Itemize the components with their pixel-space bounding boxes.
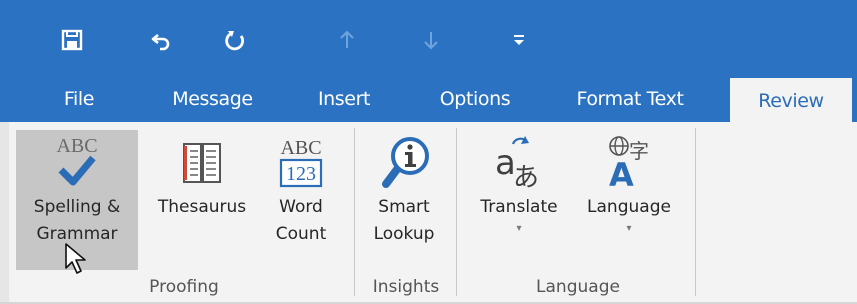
thesaurus-button[interactable]: Thesaurus	[143, 130, 261, 270]
language-label: Language	[587, 197, 671, 217]
language-icon: 字 A	[597, 130, 661, 194]
language-group-label: Language	[536, 277, 620, 297]
group-separator	[456, 128, 457, 296]
thesaurus-book-icon	[170, 130, 234, 194]
down-arrow-icon[interactable]	[411, 20, 451, 60]
ribbon-tabs: File Message Insert Options Format Text …	[0, 76, 857, 124]
language-button[interactable]: 字 A Language ▾	[574, 130, 684, 270]
svg-text:ABC: ABC	[280, 137, 321, 159]
tab-format-text[interactable]: Format Text	[560, 76, 700, 122]
smart-lookup-icon	[372, 130, 436, 194]
customize-toolbar-icon[interactable]	[499, 20, 539, 60]
tab-file[interactable]: File	[44, 76, 114, 122]
smart-lookup-label-2: Lookup	[373, 224, 435, 244]
save-icon[interactable]	[52, 20, 92, 60]
smart-lookup-label-1: Smart	[378, 197, 430, 217]
translate-icon: a あ	[487, 130, 551, 194]
svg-text:ABC: ABC	[56, 135, 97, 157]
svg-text:あ: あ	[513, 163, 539, 192]
word-count-label-1: Word	[279, 197, 323, 217]
tab-insert[interactable]: Insert	[302, 76, 386, 122]
language-dropdown-icon[interactable]: ▾	[626, 223, 631, 235]
svg-text:A: A	[609, 156, 634, 192]
tab-review[interactable]: Review	[730, 78, 852, 124]
translate-label: Translate	[480, 197, 558, 217]
group-separator	[354, 128, 355, 296]
smart-lookup-button[interactable]: Smart Lookup	[360, 130, 448, 270]
mouse-cursor-icon	[64, 242, 90, 281]
quick-access-toolbar	[0, 0, 857, 76]
thesaurus-label: Thesaurus	[157, 197, 247, 217]
group-separator	[695, 128, 696, 296]
translate-button[interactable]: a あ Translate ▾	[470, 130, 568, 270]
ribbon-left-edge	[0, 122, 9, 304]
word-count-label-2: Count	[275, 224, 327, 244]
spelling-grammar-label-1: Spelling &	[33, 197, 121, 217]
tab-options[interactable]: Options	[418, 76, 532, 122]
tab-message[interactable]: Message	[156, 76, 269, 122]
insights-group-label: Insights	[372, 277, 440, 297]
up-arrow-icon[interactable]	[327, 20, 367, 60]
word-count-icon: ABC 123	[269, 130, 333, 194]
spelling-check-icon: ABC	[45, 130, 109, 194]
word-count-button[interactable]: ABC 123 Word Count	[263, 130, 339, 270]
translate-dropdown-icon[interactable]: ▾	[516, 223, 521, 235]
redo-icon[interactable]	[216, 20, 256, 60]
undo-icon[interactable]	[141, 20, 181, 60]
svg-text:123: 123	[286, 163, 316, 185]
